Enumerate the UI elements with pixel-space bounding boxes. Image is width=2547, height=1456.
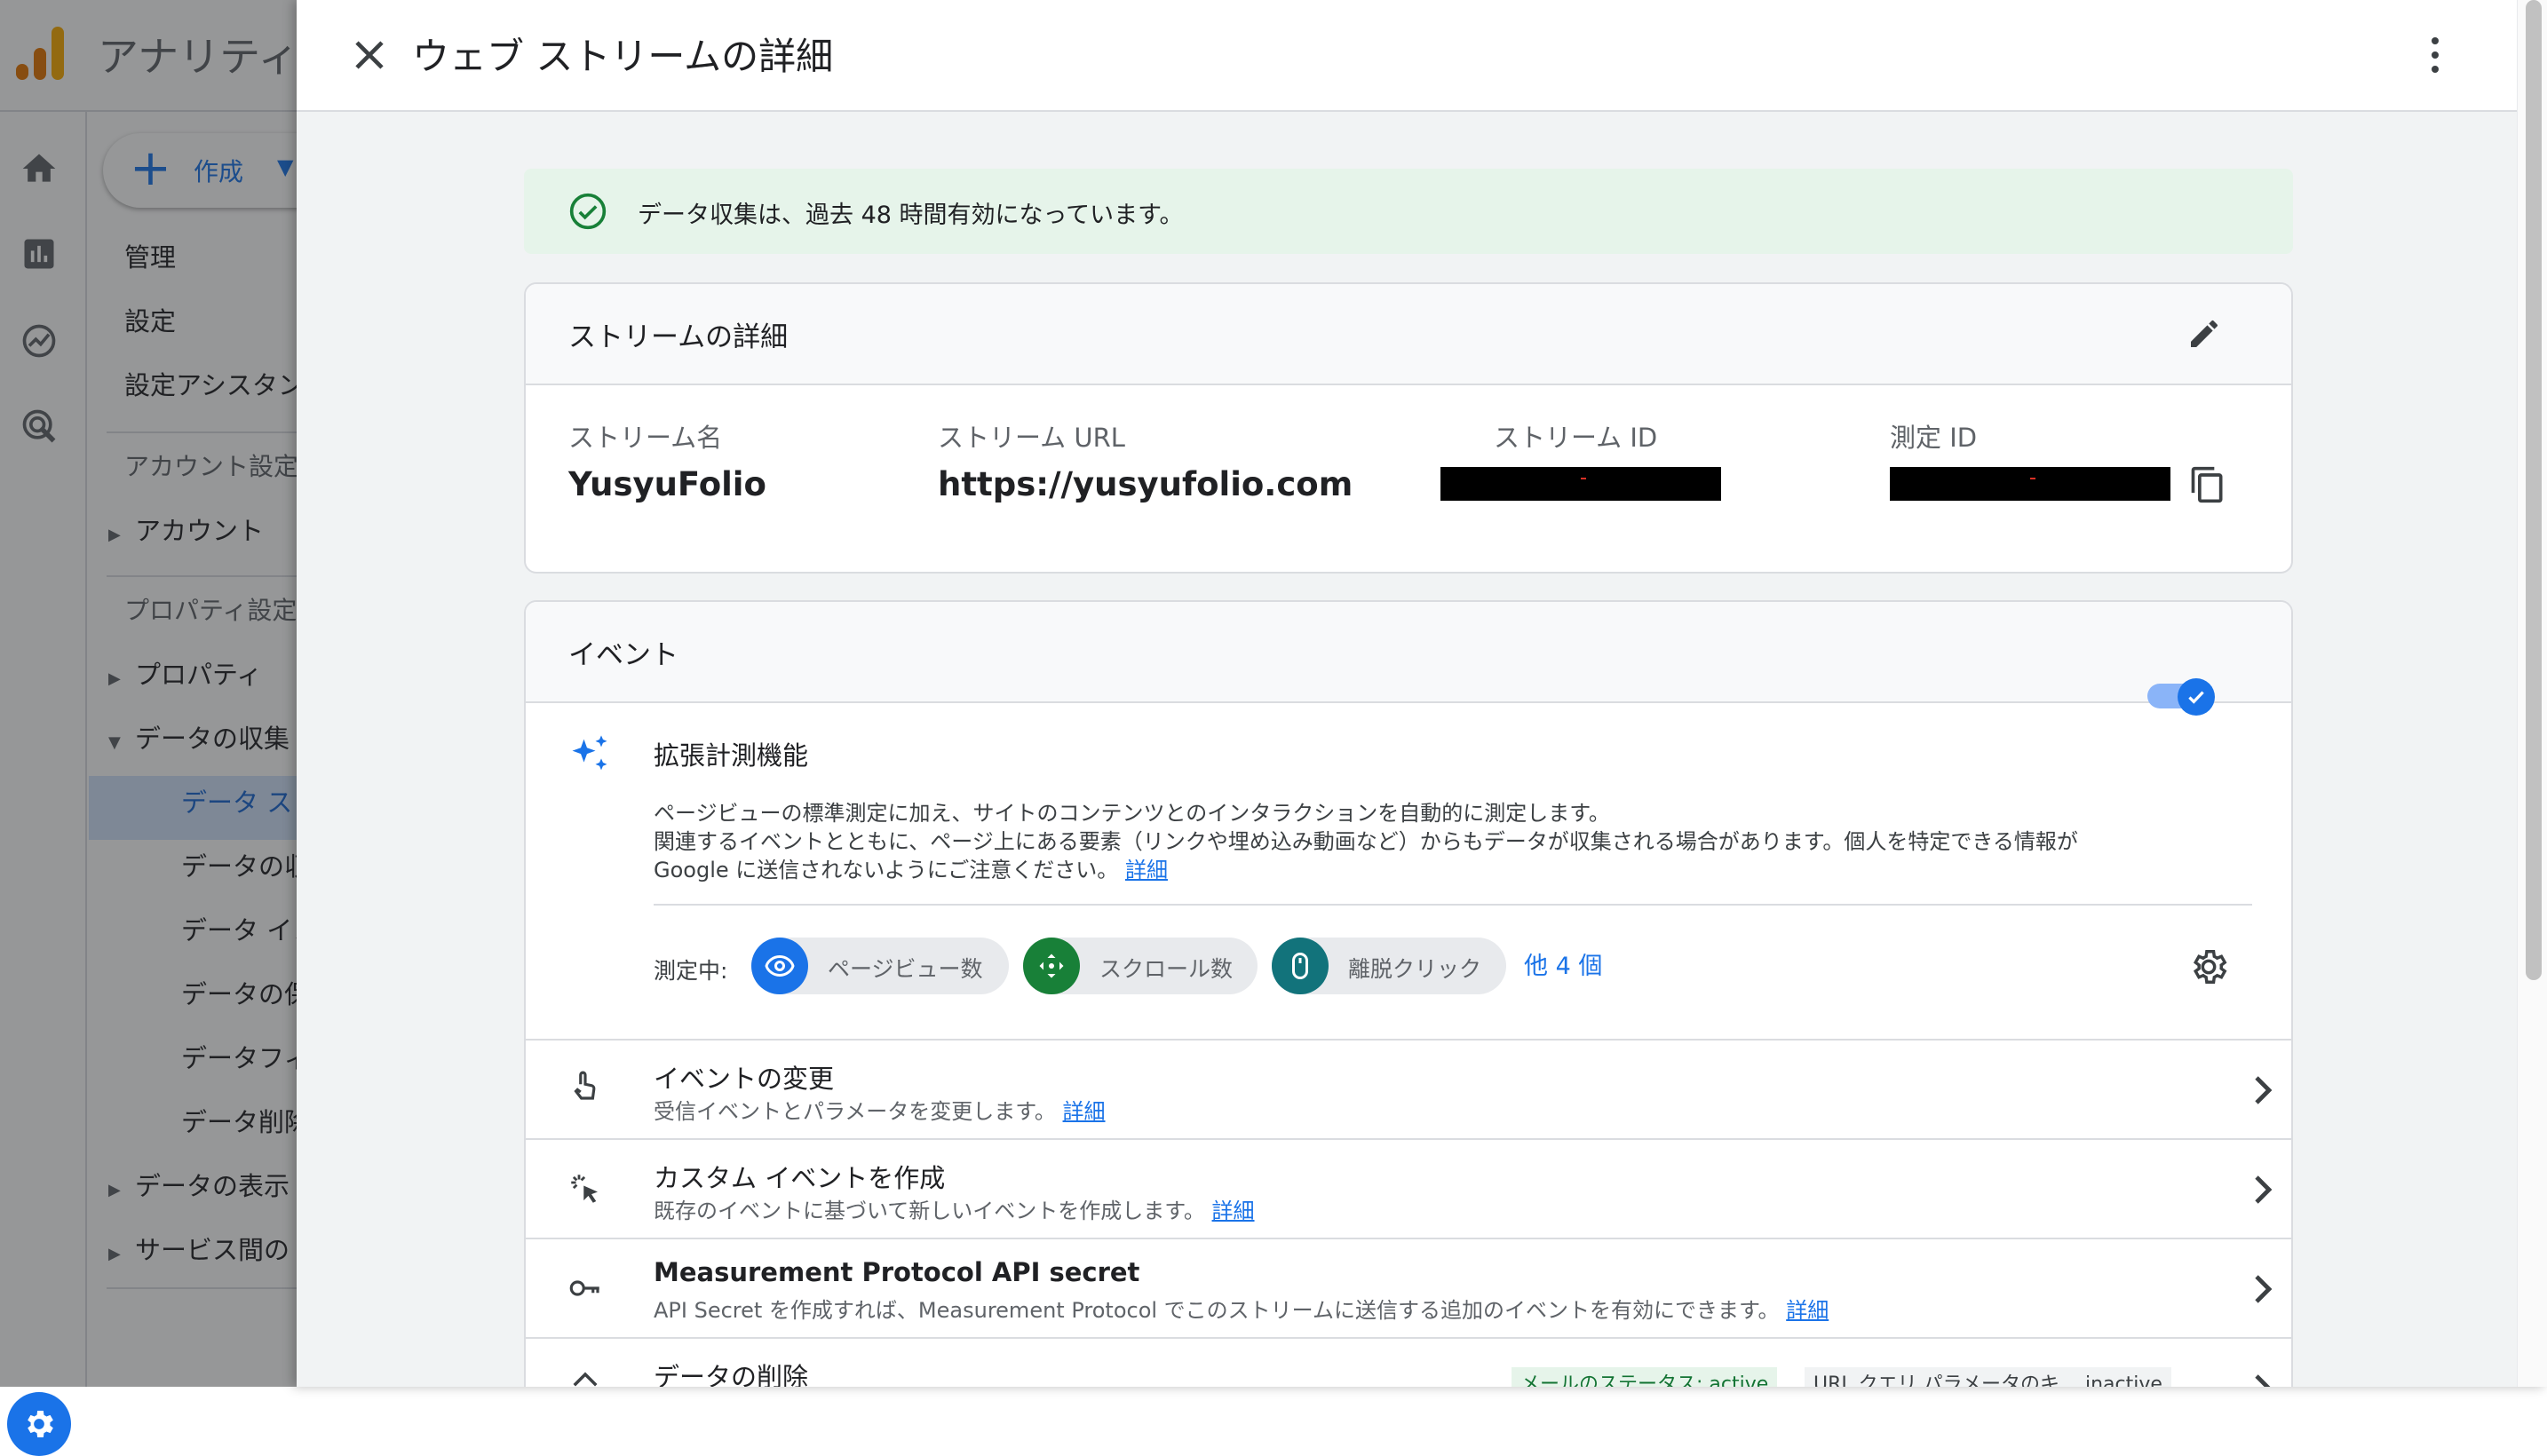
create-custom-event-title: カスタム イベントを作成 [654,1163,946,1193]
stream-id-redacted [1440,467,1721,501]
enhanced-learn-more-link[interactable]: 詳細 [1125,858,1168,882]
enhanced-measurement-toggle[interactable] [2147,655,2218,726]
stream-name-label: ストリーム名 [568,423,723,453]
modify-events-title: イベントの変更 [654,1064,835,1094]
stream-url-label: ストリーム URL [938,423,1125,453]
chip-scrolls-label: スクロール数 [1099,956,1234,982]
data-collection-status-banner: データ収集は、過去 48 時間有効になっています。 [524,169,2293,254]
eye-icon [751,938,808,994]
stream-name-value: YusyuFolio [568,465,766,503]
more-vert-icon[interactable] [2426,34,2444,76]
touch-hand-icon [574,1071,596,1100]
create-custom-event-desc: 既存のイベントに基づいて新しいイベントを作成します。 詳細 [654,1193,1255,1224]
stream-details-heading: ストリームの詳細 [568,321,789,353]
create-custom-event-learn-more[interactable]: 詳細 [1212,1199,1255,1223]
data-redaction-row[interactable]: データの削除 メールのステータス: active URL クエリ パラメータのキ… [526,1339,2291,1387]
chevron-right-icon [2255,1076,2273,1104]
modify-events-row[interactable]: イベントの変更 受信イベントとパラメータを変更します。 詳細 [526,1041,2291,1138]
chevron-right-icon [2255,1175,2273,1204]
events-card: イベント 拡張計測機能 ページビューの標準測定に加え、サイトのコンテンツとのイン… [524,600,2293,1387]
enhanced-measurement-title: 拡張計測機能 [654,740,809,771]
enhanced-desc-line3-text: Google に送信されないようにご注意ください。 [654,858,1119,882]
settings-gear-icon[interactable] [2188,946,2229,987]
scroll-move-icon [1023,938,1080,994]
check-circle-icon [569,193,607,230]
measuring-label: 測定中: [654,958,728,984]
drawer-header: ウェブ ストリームの詳細 [297,0,2517,112]
toggle-knob [2178,678,2215,716]
web-stream-details-drawer: ウェブ ストリームの詳細 データ収集は、過去 48 時間有効になっています。 ス… [297,0,2547,1387]
email-status-tag: メールのステータス: active [1512,1367,1778,1387]
create-custom-event-row[interactable]: カスタム イベントを作成 既存のイベントに基づいて新しいイベントを作成します。 … [526,1140,2291,1238]
events-header: イベント [526,602,2291,703]
measurement-id-label: 測定 ID [1890,423,1978,453]
stream-id-label: ストリーム ID [1494,423,1658,453]
chip-page-views[interactable]: ページビュー数 [751,938,1009,994]
copy-icon[interactable] [2188,463,2227,506]
measurement-protocol-row[interactable]: Measurement Protocol API secret API Secr… [526,1239,2291,1337]
measurement-id-redacted [1890,467,2170,501]
chip-outbound-clicks-label: 離脱クリック [1348,956,1482,982]
click-cursor-icon [571,1175,598,1203]
key-icon [569,1280,599,1296]
close-icon[interactable] [345,30,394,80]
enhanced-desc-line2: 関連するイベントとともに、ページ上にある要素（リンクや埋め込み動画など）からもデ… [654,829,2078,854]
data-redaction-title: データの削除 [654,1362,809,1387]
admin-gear-icon[interactable] [7,1392,71,1456]
chevron-up-icon [573,1372,598,1387]
modify-events-learn-more[interactable]: 詳細 [1063,1099,1106,1124]
events-heading: イベント [568,639,678,671]
chip-scrolls[interactable]: スクロール数 [1023,938,1258,994]
mouse-icon [1272,938,1329,994]
enhanced-desc-line3: Google に送信されないようにご注意ください。 詳細 [654,852,1168,883]
chip-page-views-label: ページビュー数 [828,956,983,982]
url-query-status-tag: URL クエリ パラメータのキ… inactive [1805,1367,2171,1387]
more-events-link[interactable]: 他 4 個 [1524,946,1602,981]
measurement-protocol-learn-more[interactable]: 詳細 [1786,1298,1829,1323]
measurement-protocol-desc: API Secret を作成すれば、Measurement Protocol で… [654,1293,1829,1324]
chip-outbound-clicks[interactable]: 離脱クリック [1272,938,1506,994]
modify-events-desc: 受信イベントとパラメータを変更します。 詳細 [654,1094,1106,1125]
edit-pencil-icon[interactable] [2186,316,2222,352]
stream-details-card: ストリームの詳細 ストリーム名 YusyuFolio ストリーム URL htt… [524,282,2293,574]
modify-events-desc-text: 受信イベントとパラメータを変更します。 [654,1099,1056,1124]
chevron-right-icon [2255,1275,2273,1303]
enhanced-desc-line1: ページビューの標準測定に加え、サイトのコンテンツとのインタラクションを自動的に測… [654,801,1610,826]
scrollbar-thumb[interactable] [2526,0,2542,980]
stream-details-header: ストリームの詳細 [526,284,2291,385]
check-icon [2188,691,2204,704]
drawer-title: ウェブ ストリームの詳細 [412,35,834,78]
sparkle-icon [572,735,607,771]
status-message: データ収集は、過去 48 時間有効になっています。 [638,202,1184,229]
chevron-right-icon [2255,1374,2271,1387]
measurement-protocol-title: Measurement Protocol API secret [654,1257,1140,1287]
measurement-protocol-desc-text: API Secret を作成すれば、Measurement Protocol で… [654,1298,1780,1323]
create-custom-event-desc-text: 既存のイベントに基づいて新しいイベントを作成します。 [654,1199,1205,1223]
stream-url-value: https://yusyufolio.com [938,465,1353,503]
